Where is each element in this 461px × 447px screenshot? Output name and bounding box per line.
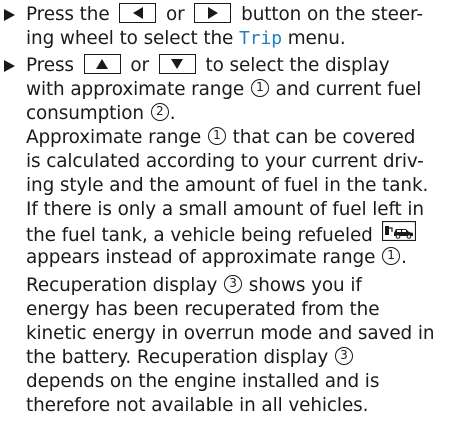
text: that can be covered — [232, 127, 416, 148]
vehicle-refueling-icon — [381, 220, 416, 247]
callout-2: 2 — [150, 103, 169, 121]
manual-page: Press the or button on the steer- ing wh… — [0, 0, 461, 447]
para-2-line-4: the battery. Recuperation display 3 — [26, 347, 354, 369]
para-2-line-3: kinetic energy in overrun mode and saved… — [26, 323, 435, 345]
callout-1: 1 — [382, 247, 401, 265]
callout-1: 1 — [207, 127, 226, 145]
text: menu. — [287, 28, 346, 49]
callout-3: 3 — [223, 275, 242, 293]
text: ing style and the amount of fuel in the … — [26, 175, 429, 196]
text: to select the display — [205, 55, 390, 76]
step-1-line-2: ing wheel to select the Trip menu. — [26, 28, 346, 50]
text: the fuel tank, a vehicle being refueled — [26, 225, 373, 246]
step-2-line-1: Press or to select the display — [26, 54, 390, 77]
para-1-line-5: the fuel tank, a vehicle being refueled — [26, 220, 416, 249]
text: energy has been recuperated from the — [26, 299, 380, 320]
text: . — [401, 247, 407, 268]
text: and current fuel — [275, 79, 422, 100]
text: with approximate range — [26, 79, 245, 100]
text: consumption — [26, 103, 144, 124]
text: kinetic energy in overrun mode and saved… — [26, 323, 435, 344]
text: button on the steer- — [241, 4, 423, 25]
up-arrow-button-icon — [83, 54, 121, 74]
text: If there is only a small amount of fuel … — [26, 199, 424, 220]
trip-menu-label: Trip — [239, 28, 282, 49]
callout-3: 3 — [334, 347, 353, 365]
step-1-line-1: Press the or button on the steer- — [26, 3, 423, 26]
para-1-line-3: ing style and the amount of fuel in the … — [26, 175, 428, 197]
para-1-line-2: is calculated according to your current … — [26, 151, 424, 173]
step-2-line-2: with approximate range 1 and current fue… — [26, 79, 421, 101]
text: therefore not available in all vehicles. — [26, 395, 369, 416]
left-arrow-button-icon — [119, 3, 157, 23]
para-2-line-2: energy has been recuperated from the — [26, 299, 380, 321]
para-1-line-1: Approximate range 1 that can be covered — [26, 127, 415, 149]
text: . — [169, 103, 176, 124]
text: or — [166, 4, 185, 25]
text: or — [130, 55, 150, 76]
para-1-line-6: appears instead of approximate range 1. — [26, 247, 407, 269]
para-1-line-4: If there is only a small amount of fuel … — [26, 199, 424, 221]
callout-1: 1 — [250, 79, 269, 97]
text: appears instead of approximate range — [26, 247, 376, 268]
text: the battery. Recuperation display — [26, 347, 329, 368]
para-2-line-1: Recuperation display 3 shows you if — [26, 275, 362, 297]
step-2-line-3: consumption 2. — [26, 103, 176, 125]
text: shows you if — [248, 275, 362, 296]
text: Approximate range — [26, 127, 202, 148]
text: Press the — [26, 4, 110, 25]
down-arrow-button-icon — [158, 54, 196, 74]
bullet-icon — [4, 9, 15, 21]
text: Press — [26, 55, 74, 76]
para-2-line-5: depends on the engine installed and is — [26, 371, 379, 393]
text: depends on the engine installed and is — [26, 371, 380, 392]
para-2-line-6: therefore not available in all vehicles. — [26, 395, 368, 417]
right-arrow-button-icon — [194, 3, 232, 23]
text: Recuperation display — [26, 275, 218, 296]
text: is calculated according to your current … — [26, 151, 424, 172]
text: ing wheel to select the — [26, 28, 234, 49]
bullet-icon — [4, 60, 15, 72]
